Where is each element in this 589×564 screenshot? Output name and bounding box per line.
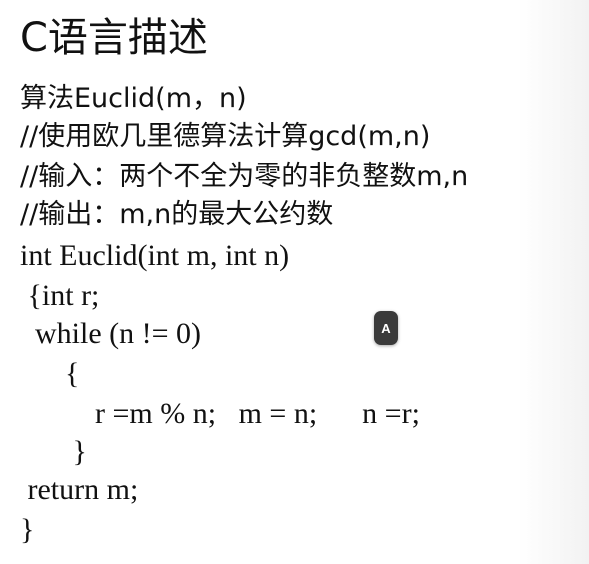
annotation-marker-a[interactable]: A — [374, 311, 398, 345]
code-line-final-brace: } — [20, 513, 35, 546]
code-line-signature: int Euclid(int m, int n) — [20, 239, 290, 272]
slide-title: C语言描述 — [20, 15, 208, 61]
code-line-close-brace: } — [20, 435, 87, 468]
comment-purpose-line: //使用欧几里德算法计算gcd(m,n) — [20, 121, 431, 152]
code-line-open-brace: { — [20, 357, 80, 390]
code-line-return: return m; — [20, 473, 139, 506]
algorithm-name-line: 算法Euclid(m，n) — [20, 83, 247, 114]
slide-canvas: C语言描述 算法Euclid(m，n) //使用欧几里德算法计算gcd(m,n)… — [0, 0, 589, 564]
comment-input-line: //输入：两个不全为零的非负整数m,n — [20, 161, 469, 192]
comment-output-line: //输出：m,n的最大公约数 — [20, 199, 334, 230]
code-line-while: while (n != 0) — [20, 317, 202, 350]
code-line-declaration: {int r; — [20, 279, 100, 312]
code-line-loop-body: r =m % n; m = n; n =r; — [20, 397, 420, 430]
